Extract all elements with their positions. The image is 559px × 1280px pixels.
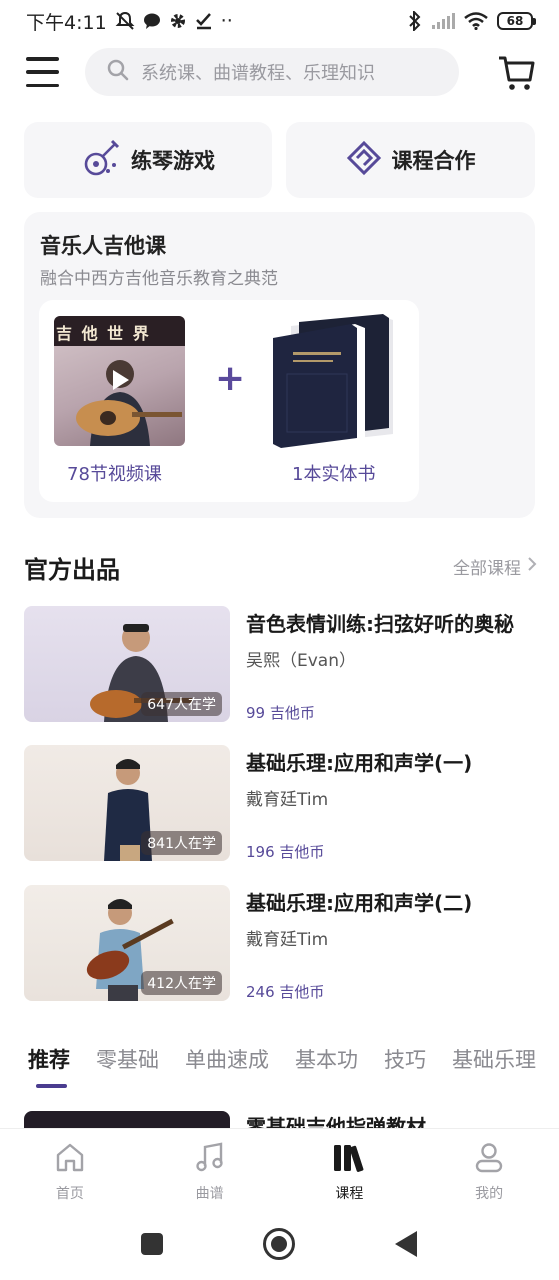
search-placeholder: 系统课、曲谱教程、乐理知识 bbox=[141, 63, 375, 84]
system-navigation-bar bbox=[0, 1210, 559, 1280]
nav-courses[interactable]: 课程 bbox=[280, 1129, 420, 1210]
course-teacher: 戴育廷Tim bbox=[246, 930, 329, 950]
learner-count-badge: 841人在学 bbox=[141, 831, 222, 855]
tab-techniques[interactable]: 技巧 bbox=[384, 1044, 426, 1084]
guitar-icon bbox=[81, 138, 121, 183]
promo-subtitle: 融合中西方吉他音乐教育之典范 bbox=[40, 269, 278, 289]
course-item[interactable]: 647人在学 音色表情训练:扫弦好听的奥秘 吴熙（Evan） 99 吉他币 bbox=[24, 606, 539, 724]
nav-profile-label: 我的 bbox=[475, 1186, 504, 1202]
bluetooth-icon bbox=[408, 11, 422, 31]
book-thumbnail[interactable] bbox=[271, 314, 401, 448]
nav-profile[interactable]: 我的 bbox=[419, 1129, 559, 1210]
signal-icon bbox=[431, 12, 455, 30]
profile-icon bbox=[473, 1141, 505, 1177]
recent-apps-button[interactable] bbox=[141, 1233, 163, 1255]
course-cooperation-button[interactable]: 课程合作 bbox=[286, 122, 535, 198]
menu-icon[interactable] bbox=[26, 57, 59, 87]
search-icon bbox=[107, 59, 129, 85]
tab-fundamentals[interactable]: 基本功 bbox=[295, 1044, 358, 1084]
course-title: 基础乐理:应用和声学(一) bbox=[246, 751, 473, 775]
status-bar: 下午4:11 ·· 68 bbox=[0, 0, 559, 42]
home-button[interactable] bbox=[263, 1228, 295, 1260]
practice-game-button[interactable]: 练琴游戏 bbox=[24, 122, 272, 198]
course-thumbnail: 647人在学 bbox=[24, 606, 230, 722]
music-note-icon bbox=[194, 1141, 226, 1177]
play-icon bbox=[108, 368, 132, 396]
message-icon bbox=[143, 12, 161, 30]
official-section-title: 官方出品 bbox=[24, 556, 120, 584]
back-button[interactable] bbox=[395, 1231, 417, 1257]
course-price: 246 吉他币 bbox=[246, 983, 325, 1001]
thumbnail-logo-text: 吉 他 世 界 bbox=[56, 324, 151, 343]
learner-count-badge: 412人在学 bbox=[141, 971, 222, 995]
course-title: 音色表情训练:扫弦好听的奥秘 bbox=[246, 612, 514, 636]
tab-basic-theory[interactable]: 基础乐理 bbox=[452, 1044, 536, 1084]
video-course-caption: 78节视频课 bbox=[67, 464, 162, 485]
notification-muted-icon bbox=[115, 11, 135, 31]
task-done-icon bbox=[195, 12, 213, 30]
chevron-right-icon bbox=[527, 556, 537, 577]
nav-sheet-music-label: 曲谱 bbox=[195, 1186, 224, 1202]
course-teacher: 戴育廷Tim bbox=[246, 790, 329, 810]
nav-home[interactable]: 首页 bbox=[0, 1129, 140, 1210]
home-icon bbox=[54, 1141, 86, 1177]
books-icon bbox=[332, 1141, 366, 1177]
tab-quick-songs[interactable]: 单曲速成 bbox=[185, 1044, 269, 1084]
tab-beginner[interactable]: 零基础 bbox=[96, 1044, 159, 1084]
course-item[interactable]: 412人在学 基础乐理:应用和声学(二) 戴育廷Tim 246 吉他币 bbox=[24, 885, 539, 1003]
promo-bundle: 吉 他 世 界 + 78节视频课 1本实体书 bbox=[39, 300, 419, 502]
search-bar[interactable]: 系统课、曲谱教程、乐理知识 bbox=[85, 48, 459, 96]
partnership-icon bbox=[346, 140, 382, 181]
course-thumbnail: 412人在学 bbox=[24, 885, 230, 1001]
practice-game-label: 练琴游戏 bbox=[131, 149, 215, 173]
category-tabs: 推荐 零基础 单曲速成 基本功 技巧 基础乐理 bbox=[28, 1044, 559, 1084]
battery-level: 68 bbox=[506, 14, 524, 28]
nav-home-label: 首页 bbox=[55, 1186, 84, 1202]
settings-gear-icon bbox=[169, 12, 187, 30]
learner-count-badge: 647人在学 bbox=[141, 692, 222, 716]
course-price: 196 吉他币 bbox=[246, 843, 325, 861]
course-thumbnail: 841人在学 bbox=[24, 745, 230, 861]
active-tab-indicator bbox=[36, 1084, 67, 1088]
guitar-course-promo-card[interactable]: 音乐人吉他课 融合中西方吉他音乐教育之典范 吉 他 世 界 + 78节视频课 1… bbox=[24, 212, 535, 518]
course-teacher: 吴熙（Evan） bbox=[246, 651, 356, 671]
cart-icon[interactable] bbox=[497, 52, 535, 92]
bottom-navigation: 首页 曲谱 课程 我的 bbox=[0, 1128, 559, 1210]
course-cooperation-label: 课程合作 bbox=[391, 149, 476, 173]
nav-sheet-music[interactable]: 曲谱 bbox=[140, 1129, 280, 1210]
video-course-thumbnail[interactable]: 吉 他 世 界 bbox=[54, 316, 185, 446]
course-title: 基础乐理:应用和声学(二) bbox=[246, 891, 473, 915]
status-time: 下午4:11 bbox=[26, 11, 107, 34]
top-header: 系统课、曲谱教程、乐理知识 bbox=[0, 48, 559, 98]
course-price: 99 吉他币 bbox=[246, 704, 315, 722]
all-courses-label: 全部课程 bbox=[453, 559, 521, 579]
book-caption: 1本实体书 bbox=[292, 464, 376, 485]
nav-courses-label: 课程 bbox=[335, 1186, 364, 1202]
promo-title: 音乐人吉他课 bbox=[40, 234, 166, 258]
tab-recommended[interactable]: 推荐 bbox=[28, 1044, 70, 1084]
plus-sign: + bbox=[215, 358, 246, 399]
course-item[interactable]: 841人在学 基础乐理:应用和声学(一) 戴育廷Tim 196 吉他币 bbox=[24, 745, 539, 863]
all-courses-link[interactable]: 全部课程 bbox=[453, 554, 537, 579]
battery-icon: 68 bbox=[497, 12, 536, 30]
status-more-dots: ·· bbox=[220, 10, 233, 32]
wifi-icon bbox=[464, 12, 488, 30]
